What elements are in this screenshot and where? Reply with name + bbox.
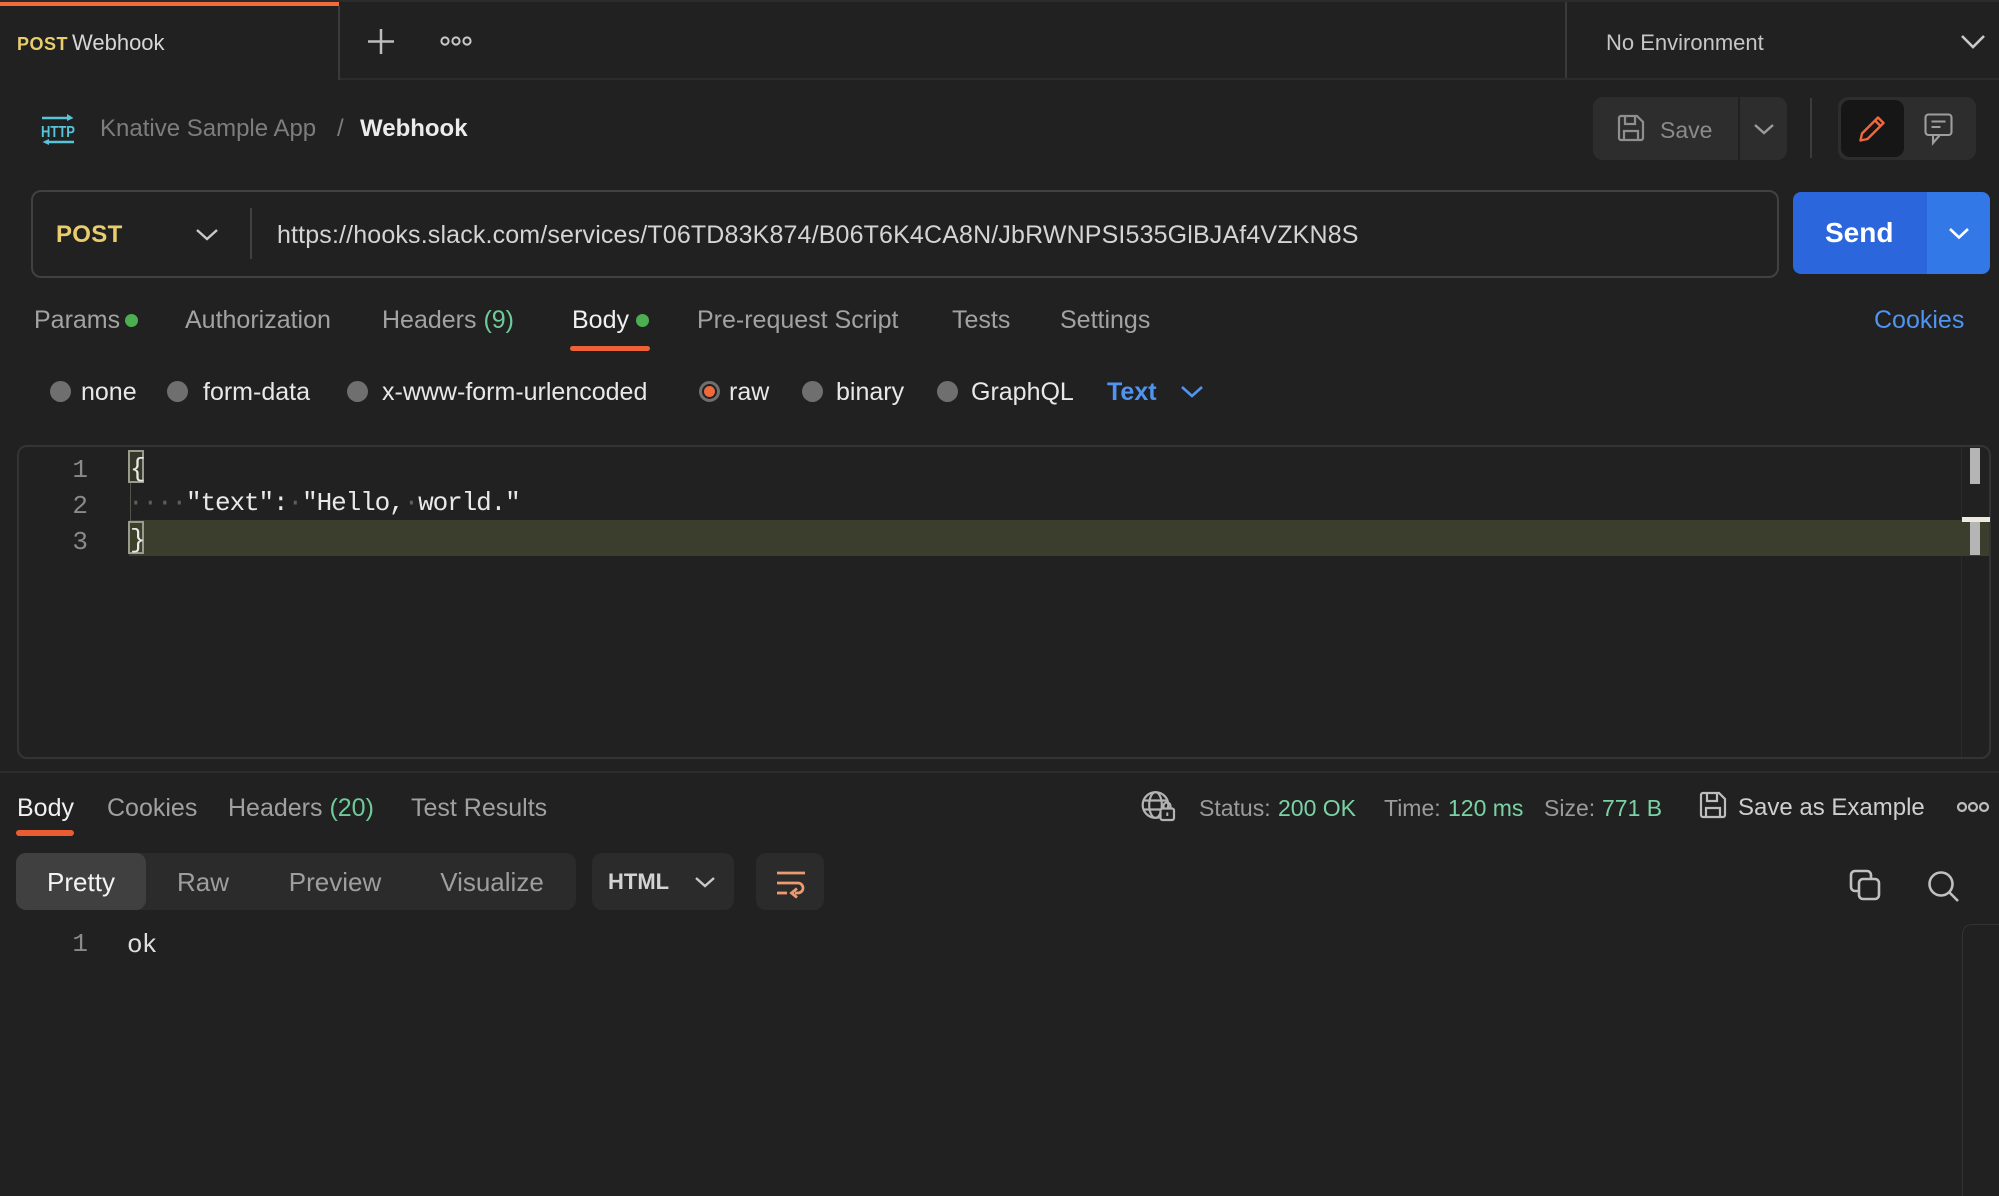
svg-text:HTTP: HTTP bbox=[41, 124, 75, 141]
